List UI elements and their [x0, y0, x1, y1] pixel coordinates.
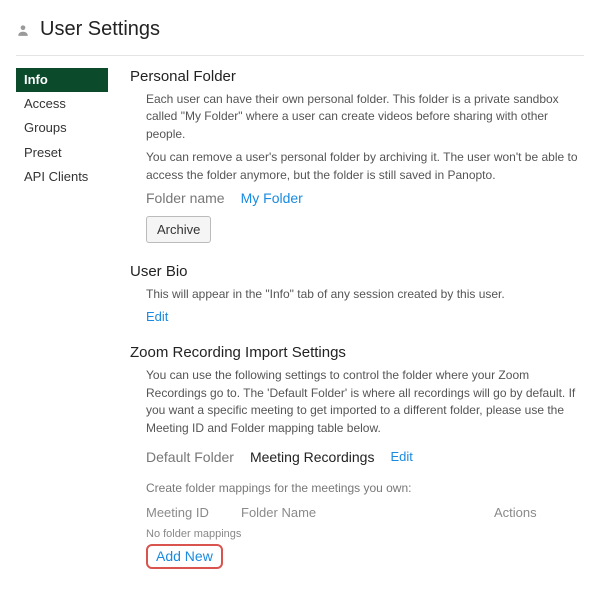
- mapping-hint: Create folder mappings for the meetings …: [146, 481, 584, 495]
- section-personal-folder: Personal Folder Each user can have their…: [130, 68, 584, 243]
- section-user-bio: User Bio This will appear in the "Info" …: [130, 263, 584, 324]
- user-icon: [16, 23, 30, 37]
- sidebar: Info Access Groups Preset API Clients: [16, 68, 108, 189]
- sidebar-item-info[interactable]: Info: [16, 68, 108, 92]
- page-title: User Settings: [40, 18, 160, 41]
- folder-name-link[interactable]: My Folder: [241, 190, 303, 206]
- mapping-table-header: Meeting ID Folder Name Actions: [146, 505, 584, 520]
- section-title-personal-folder: Personal Folder: [130, 68, 584, 85]
- user-bio-desc: This will appear in the "Info" tab of an…: [146, 286, 584, 303]
- default-folder-label: Default Folder: [146, 449, 234, 465]
- personal-folder-desc-2: You can remove a user's personal folder …: [146, 149, 584, 184]
- col-folder-name: Folder Name: [241, 505, 494, 520]
- section-title-user-bio: User Bio: [130, 263, 584, 280]
- personal-folder-desc-1: Each user can have their own personal fo…: [146, 91, 584, 143]
- col-meeting-id: Meeting ID: [146, 505, 241, 520]
- sidebar-item-access[interactable]: Access: [16, 92, 108, 116]
- folder-name-label: Folder name: [146, 190, 225, 206]
- page-header: User Settings: [16, 14, 584, 56]
- sidebar-item-groups[interactable]: Groups: [16, 116, 108, 140]
- zoom-desc: You can use the following settings to co…: [146, 367, 584, 437]
- sidebar-item-api-clients[interactable]: API Clients: [16, 165, 108, 189]
- mapping-empty: No folder mappings: [146, 528, 584, 540]
- user-bio-edit-link[interactable]: Edit: [146, 309, 168, 324]
- default-folder-edit-link[interactable]: Edit: [390, 449, 412, 464]
- section-zoom-import: Zoom Recording Import Settings You can u…: [130, 344, 584, 569]
- default-folder-value: Meeting Recordings: [250, 449, 375, 465]
- add-new-highlight: Add New: [146, 544, 223, 569]
- add-new-link[interactable]: Add New: [156, 548, 213, 564]
- archive-button[interactable]: Archive: [146, 216, 211, 243]
- sidebar-item-preset[interactable]: Preset: [16, 141, 108, 165]
- col-actions: Actions: [494, 505, 584, 520]
- section-title-zoom-import: Zoom Recording Import Settings: [130, 344, 584, 361]
